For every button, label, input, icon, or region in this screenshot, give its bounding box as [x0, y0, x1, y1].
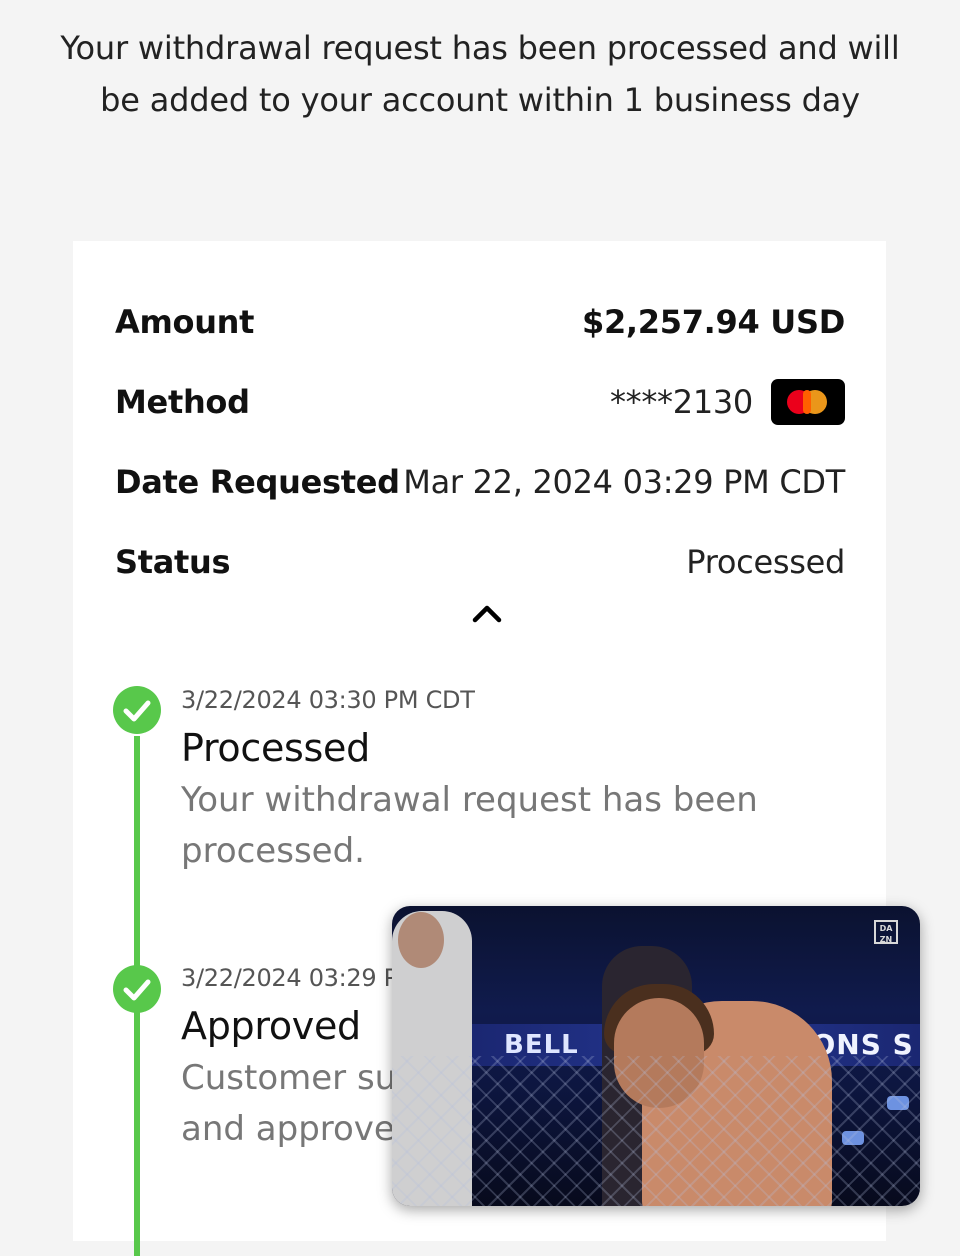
timeline-time: 3/22/2024 03:30 PM CDT	[181, 686, 475, 714]
check-circle-icon	[113, 686, 161, 734]
timeline-title: Approved	[181, 1004, 361, 1048]
confirmation-message: Your withdrawal request has been process…	[0, 22, 960, 126]
timeline-description: Your withdrawal request has been process…	[181, 775, 781, 877]
amount-row: Amount $2,257.94 USD	[115, 300, 845, 344]
date-requested-row: Date Requested Mar 22, 2024 03:29 PM CDT	[115, 460, 845, 504]
chevron-up-icon[interactable]	[472, 599, 502, 629]
status-value: Processed	[686, 543, 845, 581]
picture-in-picture-video[interactable]: BELL AMPIONS S DA ZN	[392, 906, 920, 1206]
timeline-description-line1: Your withdrawal request has been	[181, 780, 758, 820]
timeline-time: 3/22/2024 03:29 P	[181, 964, 398, 992]
status-label: Status	[115, 543, 231, 581]
dazn-logo-icon: DA ZN	[874, 920, 898, 944]
method-label: Method	[115, 383, 250, 421]
method-row: Method ****2130	[115, 379, 845, 425]
referee-head	[398, 912, 444, 968]
timeline-title: Processed	[181, 726, 370, 770]
confirmation-message-line1: Your withdrawal request has been process…	[60, 29, 900, 67]
confirmation-message-line2: be added to your account within 1 busine…	[100, 81, 860, 119]
status-row: Status Processed	[115, 540, 845, 584]
check-circle-icon	[113, 965, 161, 1013]
date-requested-label: Date Requested	[115, 463, 400, 501]
method-value-group: ****2130	[610, 379, 845, 425]
cage-fence	[392, 1056, 920, 1206]
timeline-description-line2: processed.	[181, 831, 365, 871]
date-requested-value: Mar 22, 2024 03:29 PM CDT	[403, 463, 845, 501]
amount-label: Amount	[115, 303, 255, 341]
card-number: ****2130	[609, 383, 753, 421]
amount-value: $2,257.94 USD	[581, 303, 845, 341]
mastercard-icon	[771, 379, 845, 425]
